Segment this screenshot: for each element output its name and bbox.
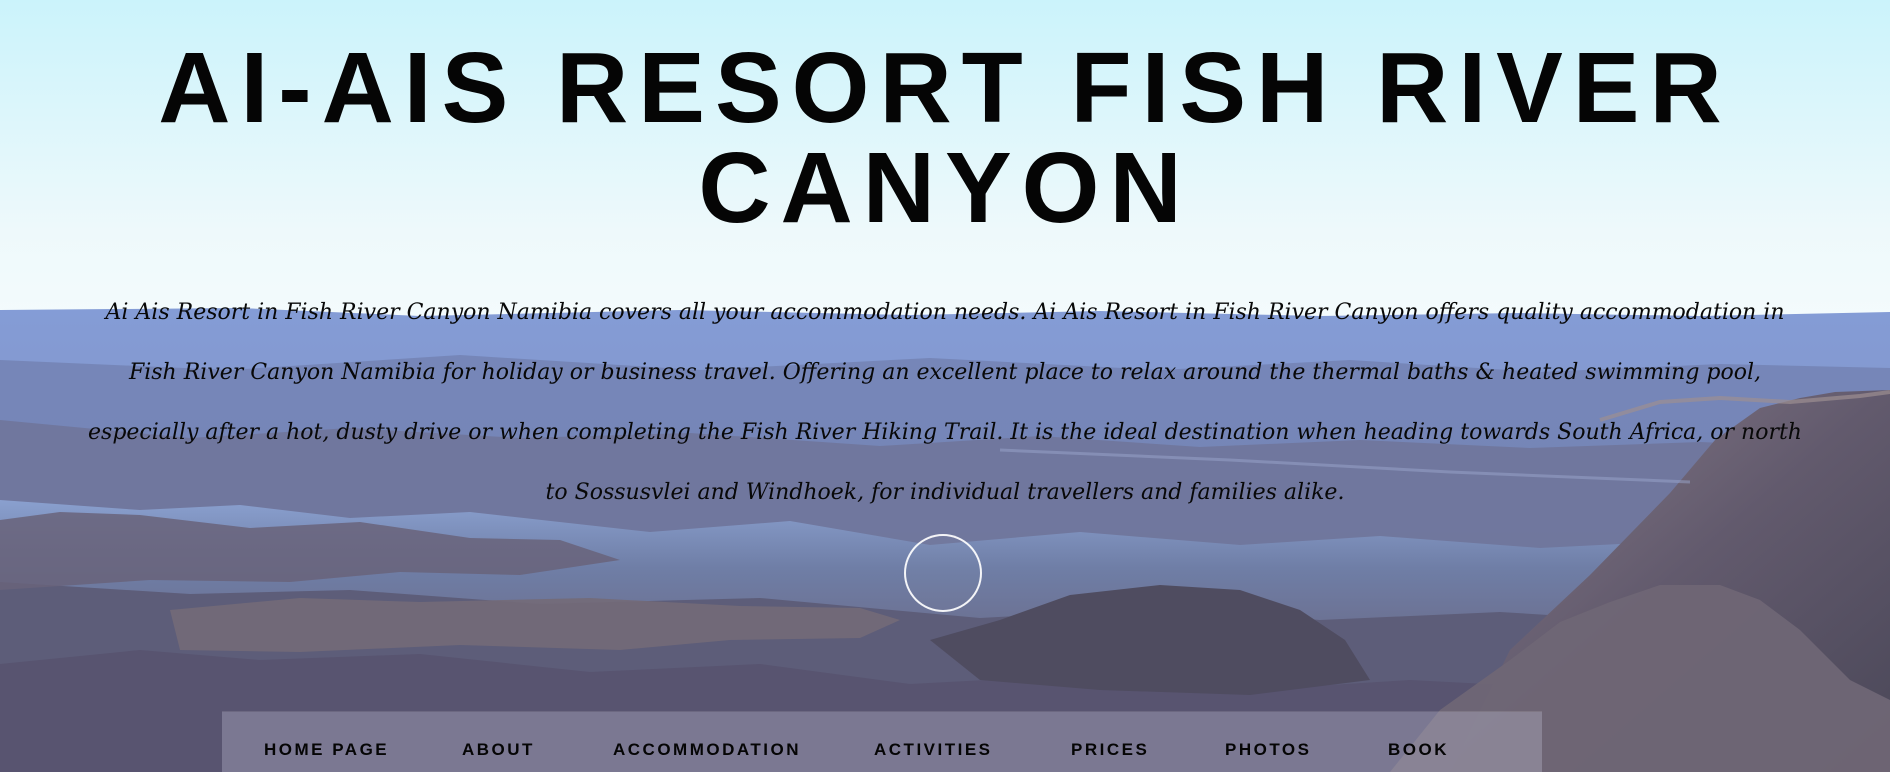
page-title-line-1: AI-AIS RESORT FISH RIVER [158, 32, 1732, 144]
nav-item-photos[interactable]: PHOTOS [1225, 740, 1311, 760]
intro-paragraph: Ai Ais Resort in Fish River Canyon Namib… [88, 300, 1802, 505]
nav-item-accommodation[interactable]: ACCOMMODATION [613, 740, 801, 760]
nav-item-about[interactable]: ABOUT [462, 740, 535, 760]
nav-item-prices[interactable]: PRICES [1071, 740, 1149, 760]
nav-item-activities[interactable]: ACTIVITIES [874, 740, 993, 760]
circle-outline-icon[interactable] [904, 534, 982, 612]
page-title: AI-AIS RESORT FISH RIVER CANYON [0, 38, 1890, 238]
nav-list: HOME PAGE ABOUT ACCOMMODATION ACTIVITIES… [222, 712, 1542, 772]
page-title-line-2: CANYON [698, 132, 1192, 244]
main-navigation: HOME PAGE ABOUT ACCOMMODATION ACTIVITIES… [222, 712, 1542, 772]
nav-item-home-page[interactable]: HOME PAGE [264, 740, 389, 760]
landing-page: AI-AIS RESORT FISH RIVER CANYON Ai Ais R… [0, 0, 1890, 772]
nav-item-book[interactable]: BOOK [1388, 740, 1449, 760]
